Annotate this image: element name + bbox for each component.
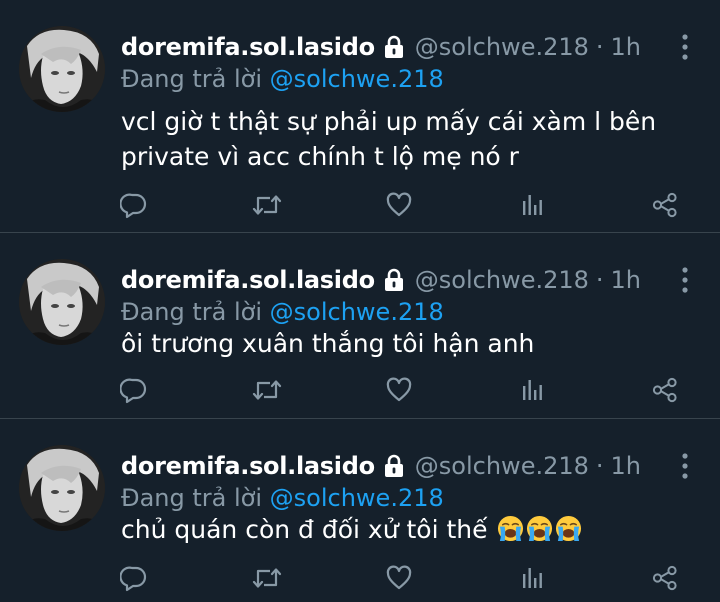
timestamp[interactable]: 1h: [611, 30, 641, 64]
heart-icon: [385, 191, 413, 219]
heart-icon: [385, 376, 413, 404]
tweet-actions: [0, 373, 720, 407]
user-handle[interactable]: @solchwe.218: [415, 263, 589, 297]
loudly-crying-face-emoji: [497, 515, 524, 542]
display-name[interactable]: doremifa.sol.lasido: [121, 263, 375, 297]
analytics-button[interactable]: [515, 561, 549, 595]
retweet-icon: [252, 191, 282, 219]
retweet-button[interactable]: [250, 373, 284, 407]
reply-icon: [120, 191, 148, 219]
separator-dot: ·: [595, 33, 604, 61]
retweet-button[interactable]: [250, 561, 284, 595]
analytics-button[interactable]: [515, 188, 549, 222]
lock-icon: [381, 34, 407, 60]
tweet-text-content: chủ quán còn đ đối xử tôi thế: [121, 515, 488, 544]
lock-icon: [381, 267, 407, 293]
separator-dot: ·: [595, 452, 604, 480]
analytics-button[interactable]: [515, 373, 549, 407]
like-button[interactable]: [382, 188, 416, 222]
share-icon: [651, 191, 679, 219]
like-button[interactable]: [382, 373, 416, 407]
timestamp[interactable]: 1h: [611, 449, 641, 483]
share-icon: [651, 376, 679, 404]
retweet-icon: [252, 564, 282, 592]
display-name[interactable]: doremifa.sol.lasido: [121, 449, 375, 483]
loudly-crying-face-emoji: [555, 515, 582, 542]
lock-icon: [381, 453, 407, 479]
tweet-item[interactable]: doremifa.sol.lasido @solchwe.218 · 1h Đa…: [0, 0, 720, 233]
reply-icon: [120, 564, 148, 592]
separator-dot: ·: [595, 266, 604, 294]
reply-button[interactable]: [117, 373, 151, 407]
analytics-icon: [518, 564, 546, 592]
tweet-text: chủ quán còn đ đối xử tôi thế: [121, 512, 681, 547]
replying-to-label: Đang trả lời: [121, 65, 263, 93]
loudly-crying-face-emoji: [526, 515, 553, 542]
display-name[interactable]: doremifa.sol.lasido: [121, 30, 375, 64]
heart-icon: [385, 564, 413, 592]
replying-to: Đang trả lời @solchwe.218: [121, 62, 444, 96]
share-button[interactable]: [648, 188, 682, 222]
retweet-icon: [252, 376, 282, 404]
tweet-actions: [0, 188, 720, 222]
reply-button[interactable]: [117, 188, 151, 222]
analytics-icon: [518, 376, 546, 404]
emoji-group: [495, 515, 582, 544]
mention-link[interactable]: @solchwe.218: [270, 484, 444, 512]
like-button[interactable]: [382, 561, 416, 595]
mention-link[interactable]: @solchwe.218: [270, 298, 444, 326]
tweet-text: vcl giờ t thật sự phải up mấy cái xàm l …: [121, 107, 657, 171]
tweet-header: doremifa.sol.lasido @solchwe.218 · 1h: [121, 449, 641, 483]
tweet-header: doremifa.sol.lasido @solchwe.218 · 1h: [121, 30, 641, 64]
more-vertical-icon[interactable]: [680, 266, 690, 294]
tweet-item[interactable]: doremifa.sol.lasido @solchwe.218 · 1h Đa…: [0, 419, 720, 602]
replying-to-label: Đang trả lời: [121, 298, 263, 326]
tweet-item[interactable]: doremifa.sol.lasido @solchwe.218 · 1h Đa…: [0, 233, 720, 419]
user-handle[interactable]: @solchwe.218: [415, 30, 589, 64]
avatar[interactable]: [19, 26, 105, 112]
reply-icon: [120, 376, 148, 404]
retweet-button[interactable]: [250, 188, 284, 222]
tweet-header: doremifa.sol.lasido @solchwe.218 · 1h: [121, 263, 641, 297]
replying-to: Đang trả lời @solchwe.218: [121, 295, 444, 329]
reply-button[interactable]: [117, 561, 151, 595]
more-vertical-icon[interactable]: [680, 452, 690, 480]
share-button[interactable]: [648, 373, 682, 407]
share-icon: [651, 564, 679, 592]
avatar[interactable]: [19, 259, 105, 345]
mention-link[interactable]: @solchwe.218: [270, 65, 444, 93]
tweet-text: ôi trương xuân thắng tôi hận anh: [121, 329, 535, 358]
user-handle[interactable]: @solchwe.218: [415, 449, 589, 483]
replying-to-label: Đang trả lời: [121, 484, 263, 512]
analytics-icon: [518, 191, 546, 219]
replying-to: Đang trả lời @solchwe.218: [121, 481, 444, 515]
avatar[interactable]: [19, 445, 105, 531]
tweet-actions: [0, 561, 720, 595]
more-vertical-icon[interactable]: [680, 33, 690, 61]
timestamp[interactable]: 1h: [611, 263, 641, 297]
share-button[interactable]: [648, 561, 682, 595]
